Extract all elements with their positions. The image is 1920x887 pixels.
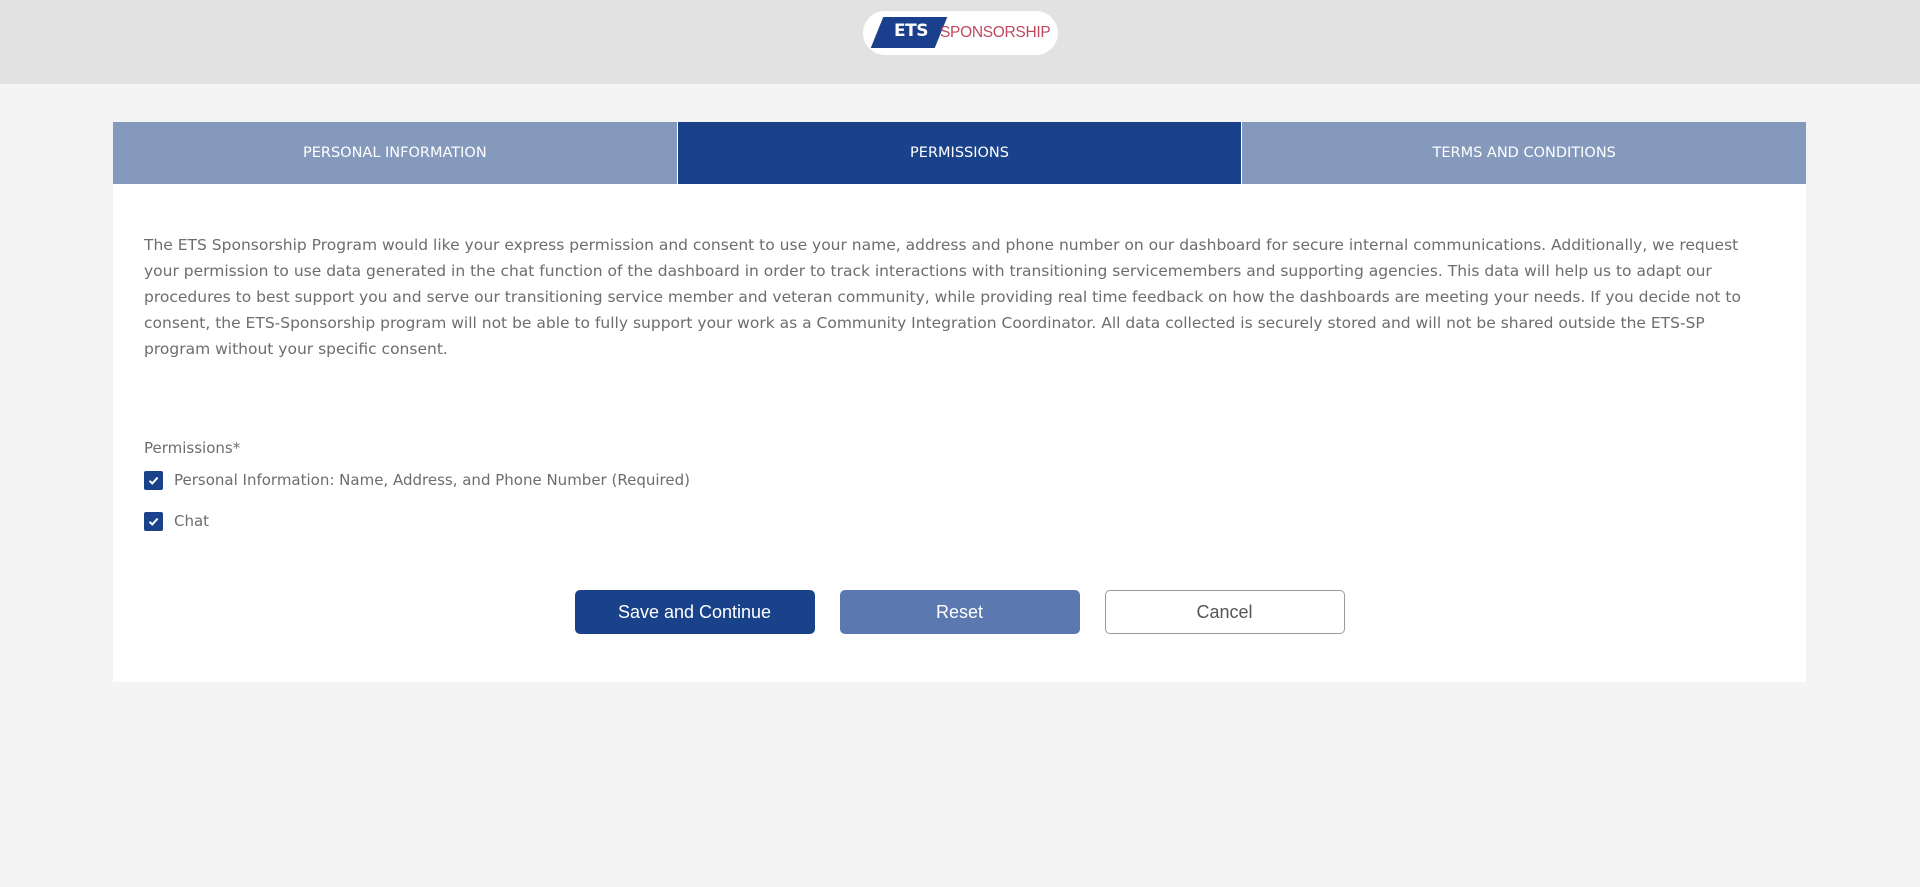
step-tabs: PERSONAL INFORMATION PERMISSIONS TERMS A… [113,122,1807,184]
permission-option-personal-information[interactable]: Personal Information: Name, Address, and… [144,470,690,490]
permissions-label: Permissions* [144,439,241,457]
permission-option-label: Chat [174,512,210,530]
tab-personal-information[interactable]: PERSONAL INFORMATION [113,122,677,184]
consent-description: The ETS Sponsorship Program would like y… [144,236,1741,358]
tab-permissions[interactable]: PERMISSIONS [676,122,1242,184]
permission-option-chat[interactable]: Chat [144,511,209,531]
logo-ets-text: ETS [894,21,928,41]
tab-terms-and-conditions[interactable]: TERMS AND CONDITIONS [1241,122,1807,184]
checkmark-icon [148,476,159,485]
save-and-continue-button[interactable]: Save and Continue [574,590,815,634]
logo-sponsorship-text: SPONSORSHIP [940,24,1051,41]
form-card: PERSONAL INFORMATION PERMISSIONS TERMS A… [113,122,1807,682]
cancel-button[interactable]: Cancel [1104,590,1345,634]
reset-button[interactable]: Reset [839,590,1080,634]
tab-label: PERMISSIONS [910,145,1009,161]
chat-checkbox[interactable] [144,511,163,531]
top-header: ETS SPONSORSHIP [0,0,1920,84]
personal-information-checkbox[interactable] [144,470,163,490]
ets-sponsorship-logo[interactable]: ETS SPONSORSHIP [863,11,1058,55]
checkmark-icon [148,517,159,526]
permission-option-label: Personal Information: Name, Address, and… [174,471,690,489]
form-actions: Save and Continue Reset Cancel [113,590,1806,634]
tab-label: TERMS AND CONDITIONS [1432,145,1616,161]
tab-label: PERSONAL INFORMATION [302,145,487,161]
